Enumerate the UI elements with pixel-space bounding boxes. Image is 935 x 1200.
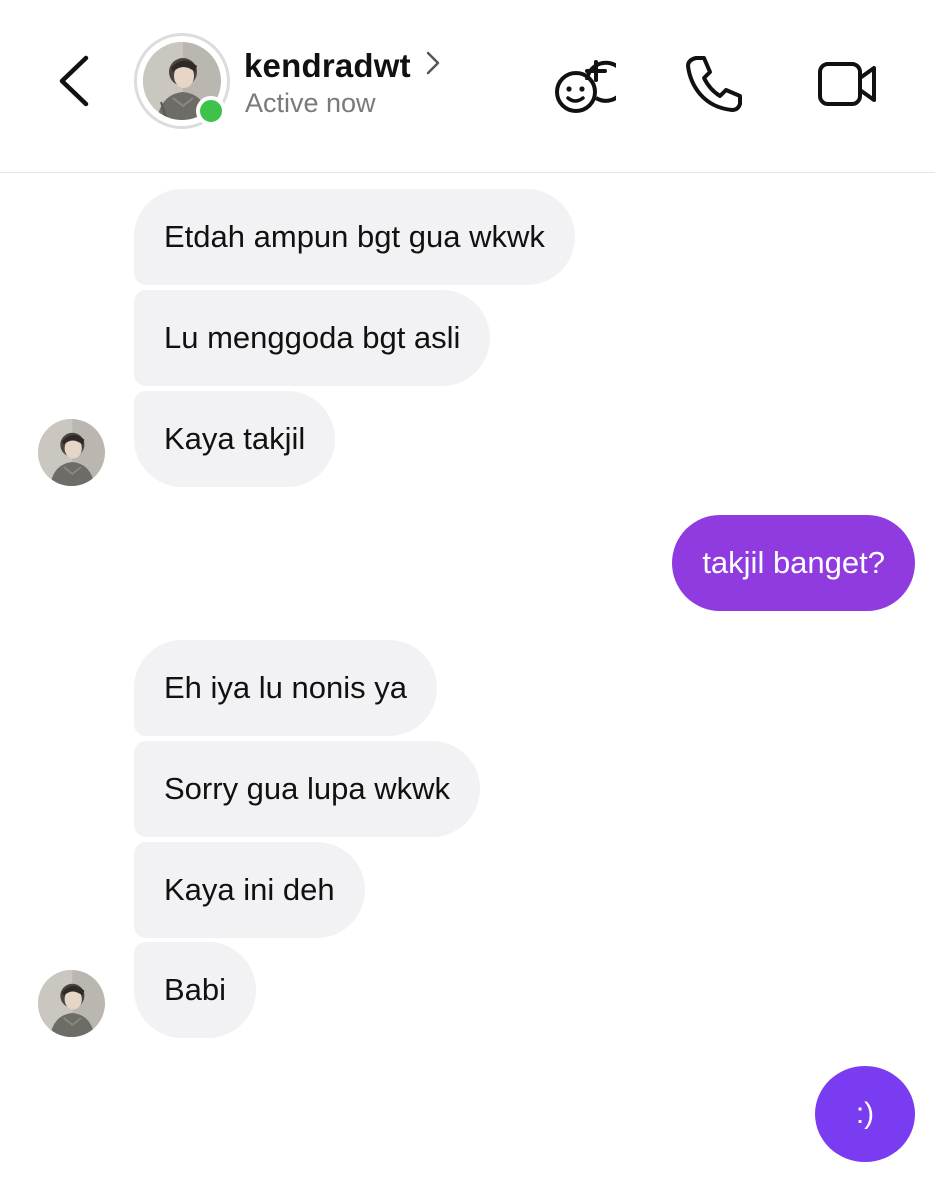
back-button[interactable] — [50, 50, 100, 112]
message-bubble-incoming[interactable]: Eh iya lu nonis ya — [134, 640, 437, 736]
message-bubble-incoming[interactable]: Sorry gua lupa wkwk — [134, 741, 481, 837]
message-bubble-incoming[interactable]: Kaya takjil — [134, 391, 336, 487]
quick-reaction-button[interactable]: :) — [815, 1066, 915, 1162]
video-call-button[interactable] — [816, 52, 880, 116]
message-text: Lu menggoda bgt asli — [164, 320, 461, 355]
message-bubble-outgoing[interactable]: takjil banget? — [672, 515, 915, 611]
chat-header: kendradwt Active now — [0, 0, 935, 173]
profile-name-link[interactable]: kendradwt — [244, 44, 441, 88]
message-text: Kaya ini deh — [164, 872, 335, 907]
chevron-right-icon — [426, 51, 440, 75]
message-bubble-incoming[interactable]: Etdah ampun bgt gua wkwk — [134, 189, 575, 285]
sender-avatar[interactable] — [38, 970, 105, 1037]
effects-button[interactable] — [552, 52, 627, 116]
message-bubble-incoming[interactable]: Lu menggoda bgt asli — [134, 290, 491, 386]
message-text: Eh iya lu nonis ya — [164, 670, 407, 705]
active-status: Active now — [245, 88, 376, 118]
audio-call-button[interactable] — [682, 52, 746, 116]
quick-reaction-label: :) — [855, 1097, 875, 1130]
message-text: Etdah ampun bgt gua wkwk — [164, 219, 545, 254]
online-status-dot — [196, 96, 226, 126]
profile-photo — [38, 970, 105, 1037]
username: kendradwt — [244, 47, 411, 84]
message-text: Sorry gua lupa wkwk — [164, 771, 451, 806]
sender-avatar[interactable] — [38, 419, 105, 486]
message-text: takjil banget? — [702, 545, 885, 580]
message-bubble-incoming[interactable]: Kaya ini deh — [134, 842, 365, 938]
phone-icon — [686, 56, 742, 112]
message-text: Kaya takjil — [164, 421, 306, 456]
video-camera-icon — [818, 62, 876, 106]
message-text: Babi — [164, 972, 227, 1007]
chevron-left-icon — [59, 55, 89, 107]
effects-smiley-plus-icon — [555, 60, 627, 113]
message-bubble-incoming[interactable]: Babi — [134, 942, 257, 1038]
profile-photo — [38, 419, 105, 486]
